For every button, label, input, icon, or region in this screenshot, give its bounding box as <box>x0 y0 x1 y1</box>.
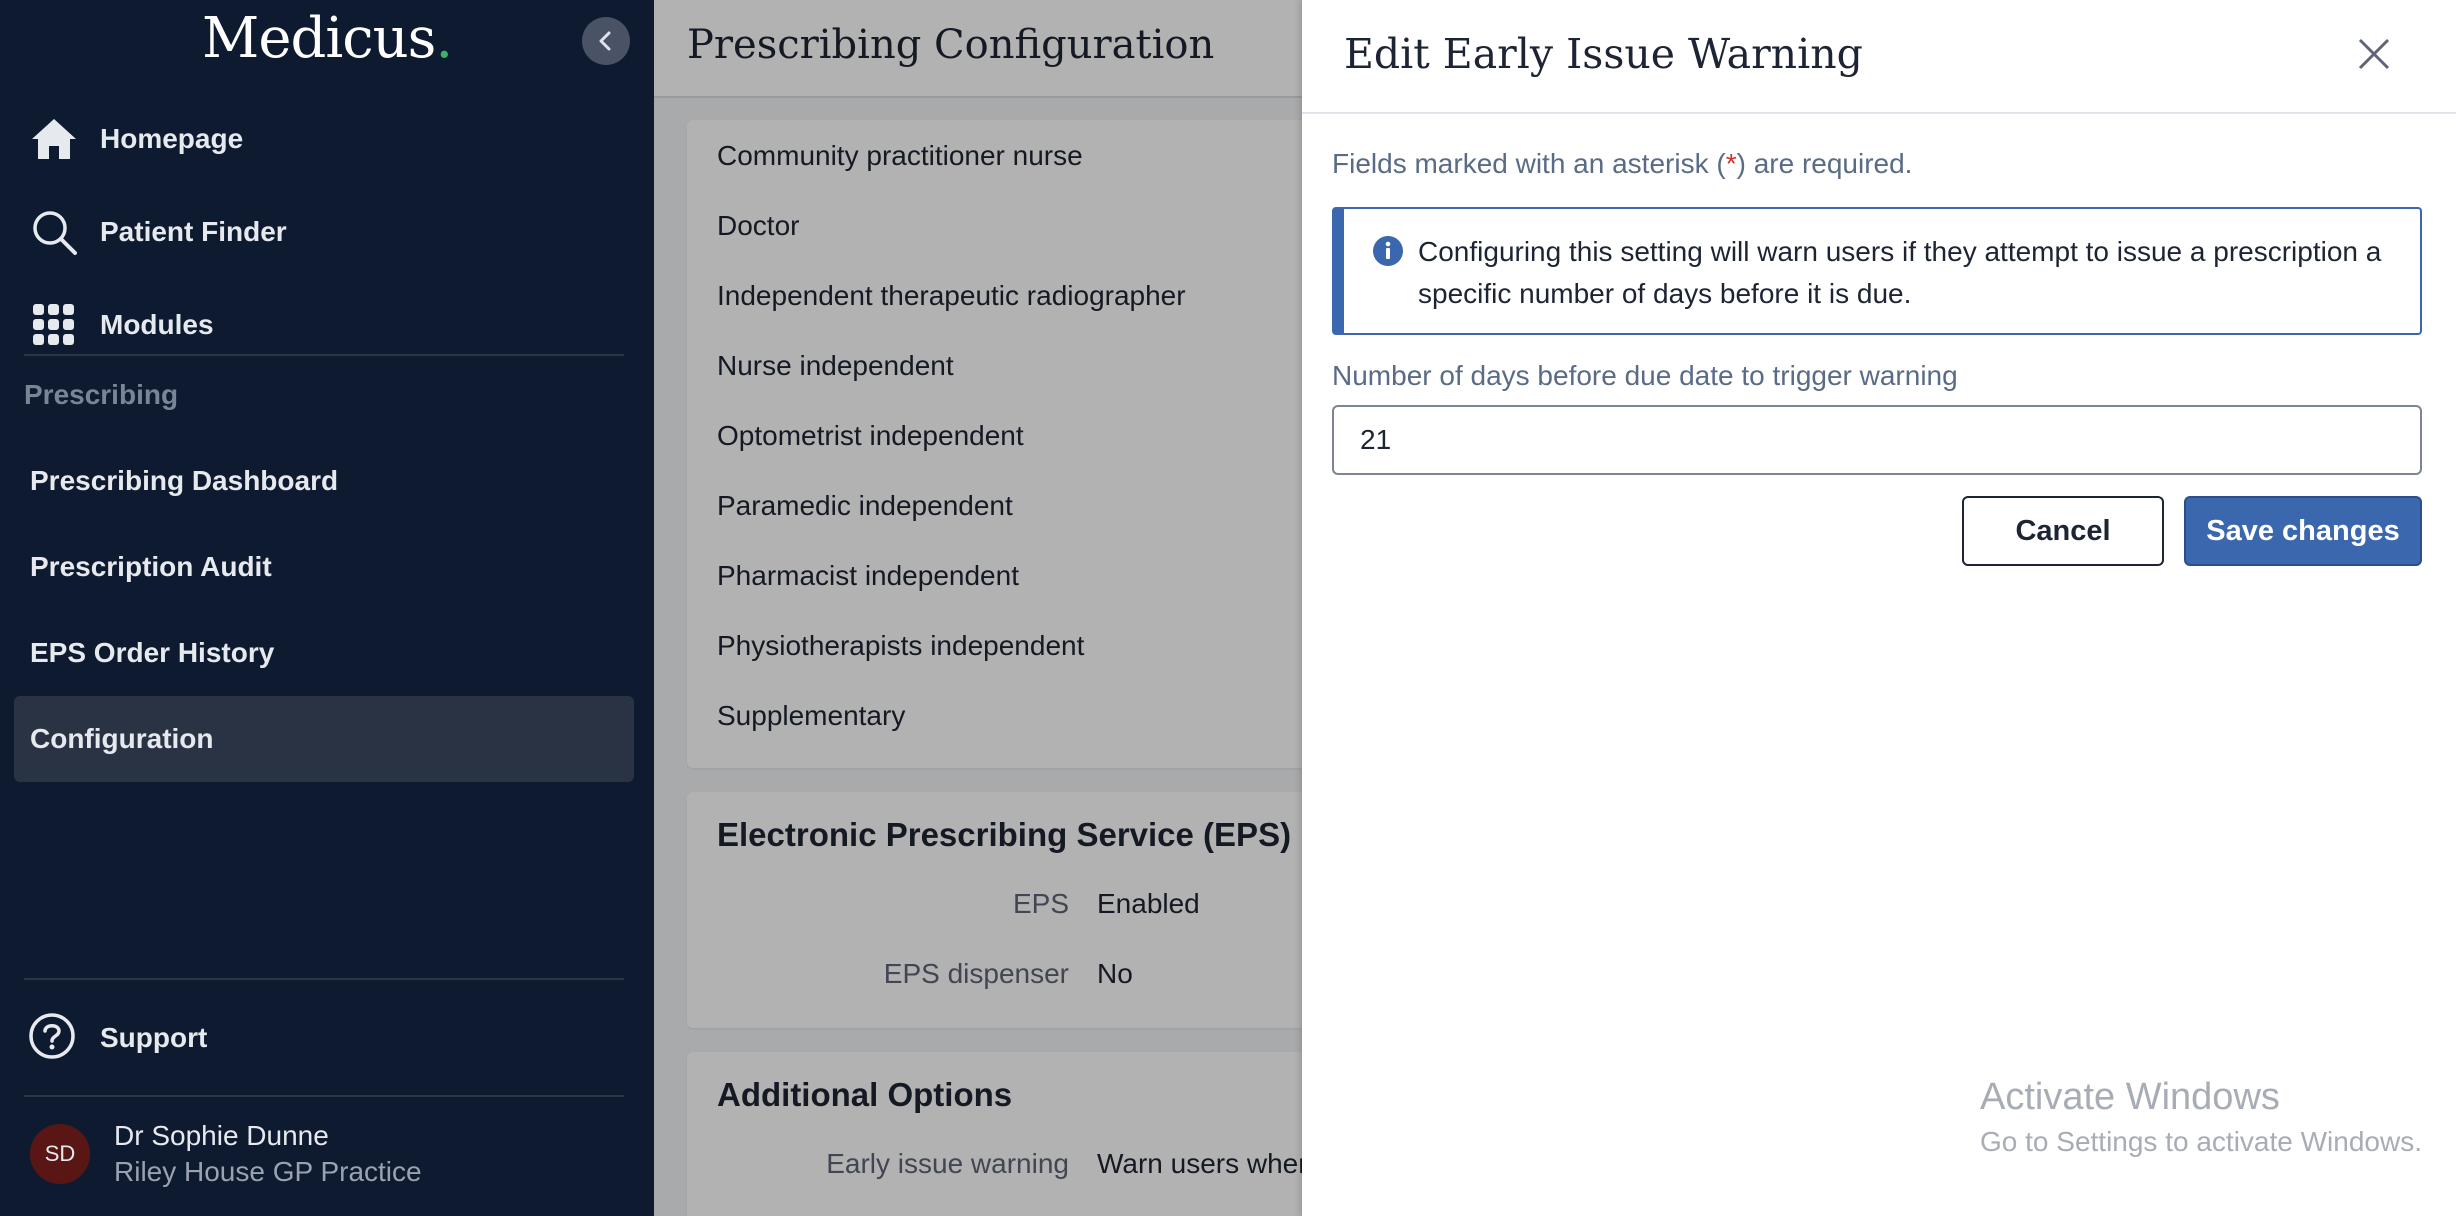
sidebar-item-configuration[interactable]: Configuration <box>14 696 634 782</box>
days-field-label: Number of days before due date to trigge… <box>1332 360 1958 391</box>
save-changes-button[interactable]: Save changes <box>2184 496 2422 566</box>
medicus-logo[interactable]: Medicus. <box>202 6 453 71</box>
user-info: Dr Sophie Dunne Riley House GP Practice <box>114 1118 422 1190</box>
nav-patient-finder-label: Patient Finder <box>100 215 287 247</box>
info-text: Configuring this setting will warn users… <box>1418 236 2382 309</box>
sidebar-divider <box>24 978 624 980</box>
sidebar-item-prescription-audit[interactable]: Prescription Audit <box>14 524 634 610</box>
nav-homepage[interactable]: Homepage <box>0 92 654 185</box>
nav-patient-finder[interactable]: Patient Finder <box>0 185 654 278</box>
search-icon <box>28 206 80 258</box>
user-profile[interactable]: SD Dr Sophie Dunne Riley House GP Practi… <box>30 1118 422 1190</box>
days-before-due-input[interactable] <box>1332 405 2422 475</box>
required-note-prefix: Fields marked with an asterisk ( <box>1332 148 1726 179</box>
close-icon <box>2358 38 2390 70</box>
user-practice: Riley House GP Practice <box>114 1156 422 1187</box>
info-icon <box>1373 236 1403 266</box>
nav-modules[interactable]: Modules <box>0 278 654 371</box>
info-callout: Configuring this setting will warn users… <box>1332 207 2422 335</box>
sidebar: Medicus. Homepage Patient Finder Modules… <box>0 0 654 1216</box>
section-label-prescribing: Prescribing <box>24 379 179 410</box>
required-asterisk: * <box>1725 148 1737 179</box>
support-link[interactable]: Support <box>28 1012 207 1064</box>
sidebar-item-prescribing-dashboard[interactable]: Prescribing Dashboard <box>14 438 634 524</box>
logo-text: Medicus <box>202 6 436 71</box>
activate-windows-watermark: Activate Windows Go to Settings to activ… <box>1980 1072 2422 1162</box>
logo-dot: . <box>435 6 453 71</box>
sidebar-item-eps-order-history[interactable]: EPS Order History <box>14 610 634 696</box>
support-label: Support <box>100 1022 208 1053</box>
edit-early-issue-warning-panel: Edit Early Issue Warning Fields marked w… <box>1302 0 2456 1216</box>
sidebar-divider <box>24 1095 624 1097</box>
close-button[interactable] <box>2350 30 2398 78</box>
nav-homepage-label: Homepage <box>100 122 244 154</box>
watermark-subtitle: Go to Settings to activate Windows. <box>1980 1126 2422 1157</box>
nav-modules-label: Modules <box>100 308 214 340</box>
grid-icon <box>28 299 80 351</box>
sidebar-divider <box>24 354 624 356</box>
user-name: Dr Sophie Dunne <box>114 1120 329 1151</box>
panel-title: Edit Early Issue Warning <box>1344 30 1863 78</box>
avatar: SD <box>30 1124 90 1184</box>
chevron-left-icon <box>599 31 611 51</box>
help-circle-icon <box>28 1012 80 1064</box>
required-fields-note: Fields marked with an asterisk (*) are r… <box>1332 148 1912 180</box>
home-icon <box>28 113 80 165</box>
cancel-button[interactable]: Cancel <box>1962 496 2164 566</box>
prescribing-nav: Prescribing Dashboard Prescription Audit… <box>14 438 634 782</box>
required-note-suffix: ) are required. <box>1736 148 1913 179</box>
main-nav: Homepage Patient Finder Modules <box>0 92 654 371</box>
panel-header: Edit Early Issue Warning <box>1302 0 2456 114</box>
collapse-sidebar-button[interactable] <box>582 17 630 65</box>
watermark-title: Activate Windows <box>1980 1076 2280 1118</box>
